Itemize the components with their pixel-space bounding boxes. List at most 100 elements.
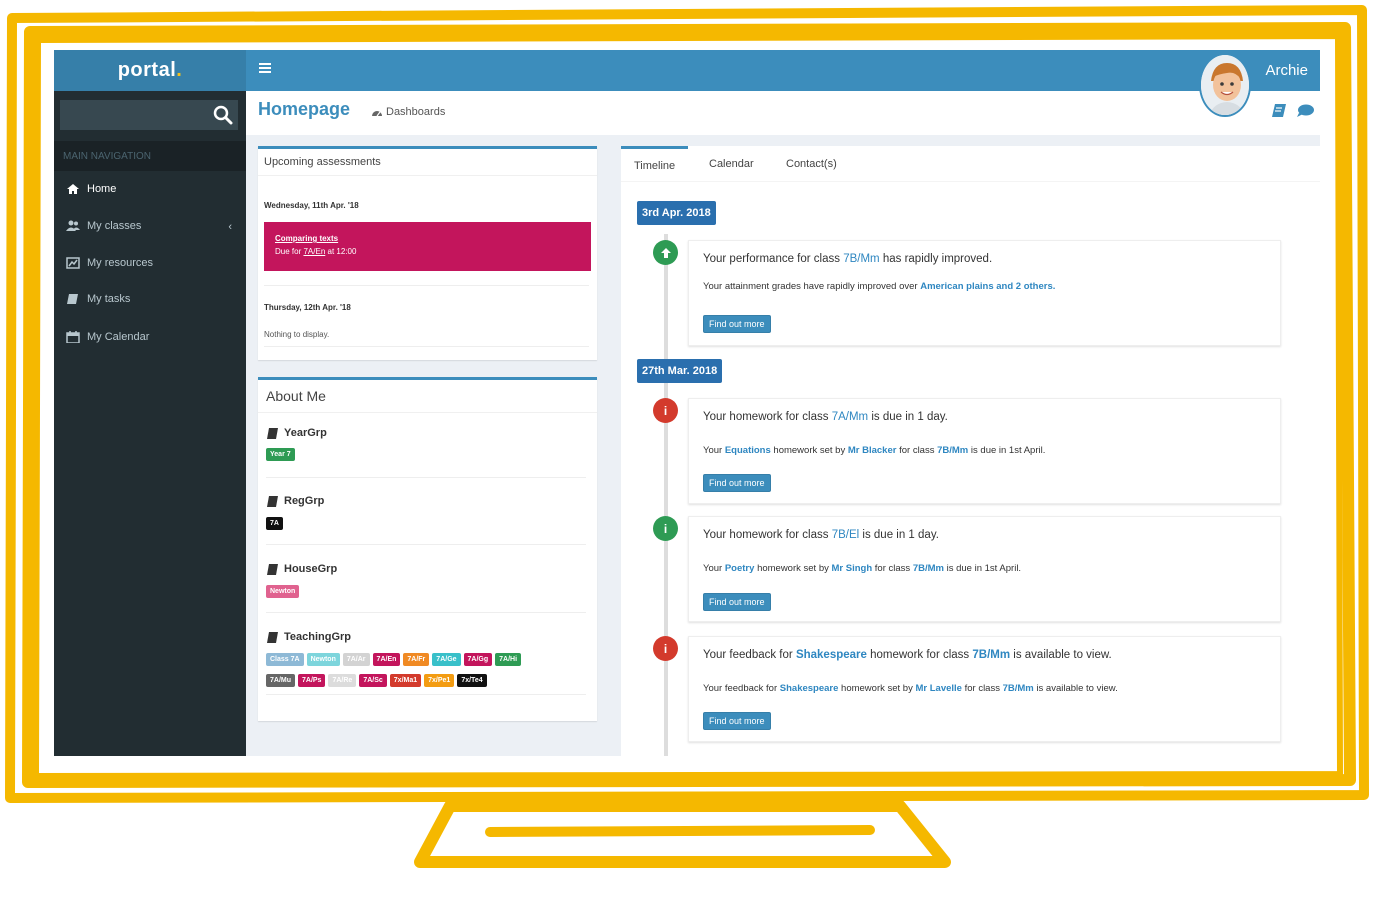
- subject-link[interactable]: Equations: [725, 445, 771, 456]
- breadcrumb-label: Dashboards: [386, 106, 446, 118]
- housegrp-tags: Newton: [266, 580, 302, 601]
- teacher-link[interactable]: Mr Blacker: [848, 445, 897, 456]
- tag: 7A/Re: [328, 674, 357, 687]
- book-icon: [267, 427, 278, 439]
- resources-icon: [66, 257, 80, 269]
- dashboard-icon: [372, 111, 382, 117]
- avatar[interactable]: [1199, 53, 1251, 117]
- assessment-due: Due for 7A/En at 12:00: [275, 247, 580, 256]
- search-input[interactable]: [60, 100, 210, 130]
- subject-link[interactable]: Shakespeare: [780, 683, 839, 694]
- assessment-card[interactable]: Comparing texts Due for 7A/En at 12:00: [264, 222, 591, 271]
- sidebar-item-label: Home: [87, 183, 117, 195]
- tag: 7A/Ge: [432, 653, 461, 666]
- sidebar-item-my-tasks[interactable]: My tasks: [54, 282, 246, 316]
- sidebar-toggle-icon[interactable]: [259, 63, 271, 74]
- sidebar-item-my-calendar[interactable]: My Calendar: [54, 320, 246, 354]
- chat-icon[interactable]: [1296, 103, 1314, 118]
- search-icon[interactable]: [213, 105, 233, 125]
- tag: Newton: [306, 653, 340, 666]
- label-text: TeachingGrp: [284, 631, 352, 643]
- class-link[interactable]: 7B/Mm: [843, 253, 879, 265]
- tag: 7A/Ar: [342, 653, 370, 666]
- class-link[interactable]: 7A/En: [303, 247, 325, 256]
- divider: [266, 544, 586, 545]
- timeline-item: Your homework for class 7A/Mm is due in …: [688, 398, 1281, 504]
- sidebar-item-label: My classes: [87, 220, 142, 232]
- content-header: Homepage Dashboards: [246, 91, 1320, 135]
- text: Your feedback for: [703, 683, 778, 694]
- sidebar-item-label: My tasks: [87, 293, 131, 305]
- app-window: portal. Archie MAIN NAVIGATION Home My c…: [54, 50, 1320, 756]
- tag: 7A/En: [372, 653, 401, 666]
- sidebar-item-home[interactable]: Home: [54, 172, 246, 206]
- sidebar-item-label: My resources: [87, 257, 154, 269]
- class-link[interactable]: 7A/Mm: [832, 411, 868, 423]
- book-icon: [267, 563, 278, 575]
- page-title: Homepage: [258, 99, 351, 119]
- housegrp-label: HouseGrp: [266, 563, 337, 575]
- calendar-icon: [66, 331, 80, 343]
- divider: [266, 694, 586, 695]
- tag: Class 7A: [266, 653, 304, 666]
- sidebar-item-my-classes[interactable]: My classes ‹: [54, 209, 246, 243]
- timeline-item-header: Your homework for class 7A/Mm is due in …: [703, 411, 948, 423]
- class-link[interactable]: 7B/Mm: [937, 445, 968, 456]
- username[interactable]: Archie: [1265, 62, 1308, 79]
- find-out-more-button[interactable]: Find out more: [703, 712, 771, 730]
- teacher-link[interactable]: Mr Lavelle: [915, 683, 961, 694]
- timeline-date-label: 3rd Apr. 2018: [637, 201, 716, 225]
- timeline-item-body: Your attainment grades have rapidly impr…: [703, 281, 1055, 292]
- text: is available to view.: [1013, 649, 1112, 661]
- reggrp-tags: 7A: [266, 512, 286, 533]
- timeline-item-body: Your Equations homework set by Mr Blacke…: [703, 445, 1045, 456]
- text: Your performance for class: [703, 253, 841, 265]
- class-link[interactable]: 7B/El: [832, 529, 860, 541]
- chevron-left-icon[interactable]: ‹: [228, 221, 232, 233]
- class-link[interactable]: 7B/Mm: [972, 649, 1010, 661]
- portal-logo[interactable]: portal.: [54, 50, 246, 91]
- divider: [266, 477, 586, 478]
- text: homework set by: [757, 563, 829, 574]
- tab-timeline[interactable]: Timeline: [621, 146, 689, 182]
- assessment-title-link[interactable]: Comparing texts: [275, 234, 580, 243]
- find-out-more-button[interactable]: Find out more: [703, 593, 771, 611]
- book-icon: [267, 495, 278, 507]
- text: homework set by: [841, 683, 913, 694]
- book-icon: [67, 294, 78, 304]
- class-link[interactable]: 7B/Mm: [1003, 683, 1034, 694]
- timeline-item-body: Your feedback for Shakespeare homework s…: [703, 683, 1118, 694]
- header-actions: [1271, 103, 1314, 118]
- yeargrp-label: YearGrp: [266, 427, 327, 439]
- divider: [264, 346, 589, 347]
- brand-name: portal: [117, 59, 177, 81]
- tag: 7A/Ps: [298, 674, 326, 687]
- text: for class: [964, 683, 1000, 694]
- timeline-item-header: Your feedback for Shakespeare homework f…: [703, 649, 1112, 661]
- text: is available to view.: [1036, 683, 1118, 694]
- timeline-item: Your feedback for Shakespeare homework f…: [688, 636, 1281, 742]
- teachinggrp-label: TeachingGrp: [266, 631, 351, 643]
- find-out-more-button[interactable]: Find out more: [703, 474, 771, 492]
- sidebar-item-label: My Calendar: [87, 331, 150, 343]
- topic-link[interactable]: American plains and 2 others.: [920, 281, 1055, 292]
- text: homework set by: [773, 445, 846, 456]
- due-time: at 12:00: [327, 247, 357, 256]
- tab-calendar[interactable]: Calendar: [696, 146, 767, 182]
- text: for class: [899, 445, 935, 456]
- teacher-link[interactable]: Mr Singh: [832, 563, 873, 574]
- book-icon[interactable]: [1271, 103, 1287, 118]
- top-navbar: portal. Archie: [54, 50, 1320, 91]
- breadcrumb[interactable]: Dashboards: [371, 106, 445, 118]
- timeline-item-body: Your Poetry homework set by Mr Singh for…: [703, 563, 1021, 574]
- tab-contacts[interactable]: Contact(s): [773, 146, 850, 182]
- subject-link[interactable]: Poetry: [725, 563, 755, 574]
- sidebar-item-my-resources[interactable]: My resources: [54, 246, 246, 280]
- tag: Year 7: [266, 448, 295, 461]
- text: is due in 1 day.: [871, 411, 948, 423]
- empty-message: Nothing to display.: [264, 330, 330, 339]
- timeline-line: [664, 234, 668, 756]
- subject-link[interactable]: Shakespeare: [796, 649, 867, 661]
- find-out-more-button[interactable]: Find out more: [703, 315, 771, 333]
- class-link[interactable]: 7B/Mm: [913, 563, 944, 574]
